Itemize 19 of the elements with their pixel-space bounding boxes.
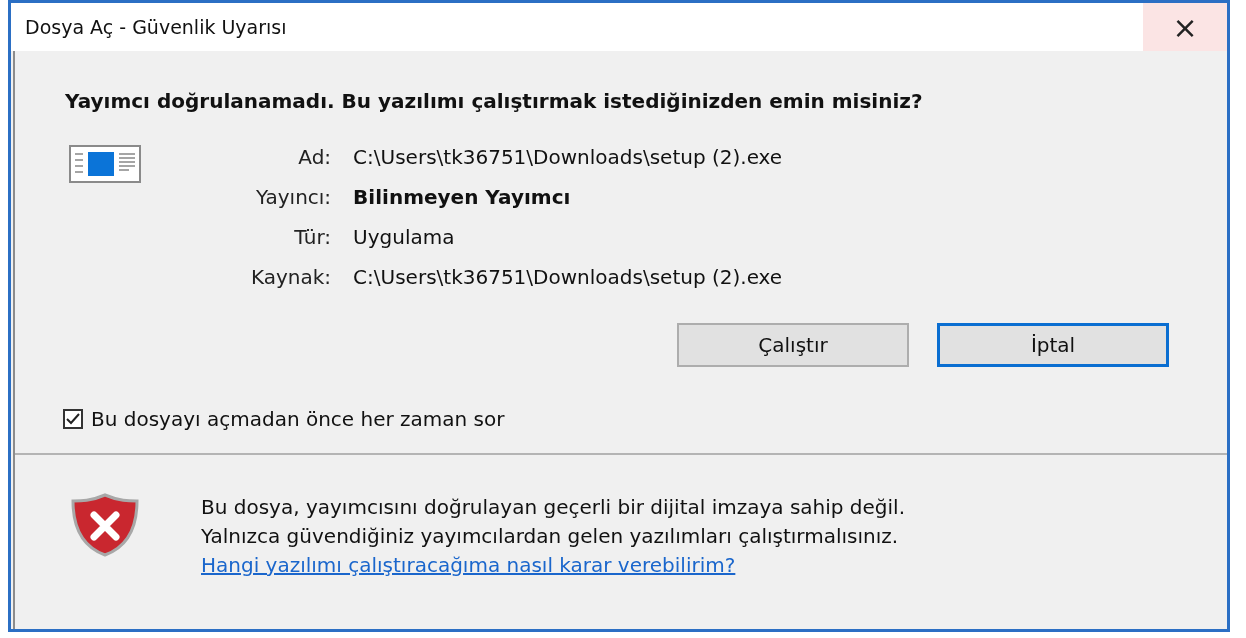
field-label: Yayıncı: — [255, 185, 332, 209]
cancel-button[interactable]: İptal — [937, 323, 1169, 367]
field-value: C:\Users\tk36751\Downloads\setup (2).exe — [353, 145, 783, 169]
field-value: C:\Users\tk36751\Downloads\setup (2).exe — [353, 265, 783, 289]
close-button[interactable]: × — [1143, 3, 1227, 51]
field-label: Ad: — [297, 145, 332, 169]
ask-checkbox[interactable]: Bu dosyayı açmadan önce her zaman sor — [63, 407, 1227, 431]
warning-text: Yalnızca güvendiğiniz yayımcılardan gelen yazılımları çalıştırmalısınız. — [201, 523, 900, 550]
window-title: Dosya Aç - Güvenlik Uyarısı — [24, 16, 287, 38]
field-label: Tür: — [293, 225, 332, 249]
field-value: Uygulama — [353, 225, 456, 249]
run-button[interactable]: Çalıştır — [677, 323, 909, 367]
shield-error-icon — [69, 493, 141, 557]
application-icon — [69, 145, 141, 183]
warning-text: Bu dosya, yayımcısını doğrulayan geçerli bir dijital imzaya sahip değil. — [201, 494, 906, 521]
help-link[interactable]: Hangi yazılımı çalıştıracağıma nasıl karar verebilirim? — [201, 553, 736, 577]
warning-heading: Yayımcı doğrulanamadı. Bu yazılımı çalıştırmak istediğinizden emin misiniz? — [65, 89, 924, 113]
field-value: Bilinmeyen Yayımcı — [353, 185, 572, 209]
field-label: Kaynak: — [251, 265, 332, 289]
